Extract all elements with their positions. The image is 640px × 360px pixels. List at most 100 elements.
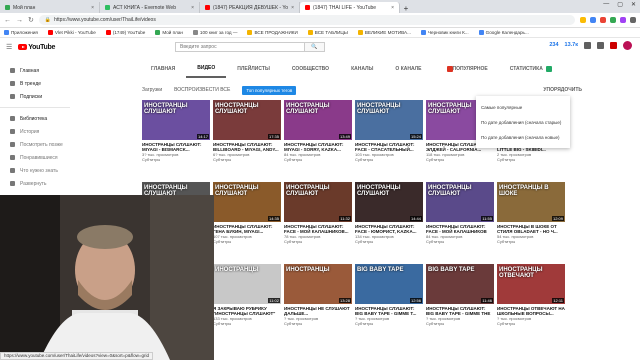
bookmark-item[interactable]: Google Календарь...: [478, 30, 529, 35]
video-card[interactable]: BIG BABY TAPE 12:56 ИНОСТРАНЦЫ СЛУШАЮТ: …: [355, 264, 423, 326]
video-title[interactable]: ИНОСТРАНЦЫ СЛУШАЮТ: FACE - МОЙ КАЛАШНИКО…: [426, 224, 494, 234]
channel-tab[interactable]: ВИДЕО: [186, 60, 227, 78]
search-icon[interactable]: 🔍: [304, 43, 324, 51]
video-title[interactable]: ИНОСТРАНЦЫ СЛУШАЮТ: ГЕНА БУКИН, MIYAGI..…: [213, 224, 281, 234]
video-card[interactable]: ИНОСТРАНЦЫ СЛУШАЮТ 14:44 ИНОСТРАНЦЫ СЛУШ…: [355, 182, 423, 244]
video-title[interactable]: ИНОСТРАНЦЫ СЛУШАЮТ: MIYAGI - SORRY, KAZK…: [284, 142, 352, 152]
extension-icon[interactable]: [600, 17, 606, 23]
bookmark-item[interactable]: Приложения: [4, 30, 38, 35]
video-card[interactable]: ИНОСТРАНЦЫ 13:28 ИНОСТРАНЦЫ НЕ СЛУШАЮТ Д…: [284, 264, 352, 326]
sidebar-item[interactable]: Понравившиеся: [0, 151, 70, 164]
sidebar-item[interactable]: История: [0, 125, 70, 138]
browser-tab[interactable]: Мой план ×: [0, 2, 100, 13]
bookmark-item[interactable]: ВСЕ ТАБЛИЦЫ: [307, 30, 348, 35]
tab-close-icon[interactable]: ×: [391, 5, 394, 11]
video-thumbnail[interactable]: BIG BABY TAPE 11:46: [426, 264, 494, 304]
video-card[interactable]: ИНОСТРАНЦЫ СЛУШАЮТ 14:17 ИНОСТРАНЦЫ СЛУШ…: [142, 100, 210, 162]
browser-tab[interactable]: АСТ КНИГА - Evernote Web ×: [100, 2, 200, 13]
notifications-icon[interactable]: [610, 42, 617, 49]
bookmark-item[interactable]: Vlet Pikki - YouTube: [47, 30, 96, 35]
channel-tab[interactable]: О КАНАЛЕ: [384, 60, 432, 78]
tab-close-icon[interactable]: ×: [291, 5, 294, 11]
new-tab-button[interactable]: +: [400, 4, 412, 13]
bookmark-item[interactable]: 100 книг за год —: [192, 30, 237, 35]
tab-close-icon[interactable]: ×: [191, 5, 194, 11]
play-all-button[interactable]: ВОСПРОИЗВЕСТИ ВСЕ: [174, 87, 230, 93]
channel-tab[interactable]: ПОПУЛЯРНОЕ: [433, 60, 499, 78]
sidebar-item[interactable]: Развернуть: [0, 177, 70, 190]
channel-tab[interactable]: ГЛАВНАЯ: [140, 60, 186, 78]
star-icon[interactable]: [580, 17, 586, 23]
video-thumbnail[interactable]: ИНОСТРАНЦЫ СЛУШАЮТ 14:17: [142, 100, 210, 140]
apps-icon[interactable]: [597, 42, 604, 49]
video-thumbnail[interactable]: ИНОСТРАНЦЫ 13:28: [284, 264, 352, 304]
sort-option[interactable]: Самые популярные: [476, 100, 570, 115]
sidebar-item[interactable]: Что нужно знать: [0, 164, 70, 177]
video-title[interactable]: ИНОСТРАНЦЫ СЛУШАЮТ: FACE - ЮМОРИСТ, KAZK…: [355, 224, 423, 234]
video-thumbnail[interactable]: ИНОСТРАНЦЫ СЛУШАЮТ 13:49: [284, 100, 352, 140]
sidebar-item[interactable]: Подписки: [0, 90, 70, 103]
video-thumbnail[interactable]: ИНОСТРАНЦЫ СЛУШАЮТ 11:55: [426, 182, 494, 222]
sidebar-item[interactable]: Главная: [0, 64, 70, 77]
maximize-icon[interactable]: ▢: [617, 1, 623, 8]
video-thumbnail[interactable]: ИНОСТРАНЦЫ 11:02: [213, 264, 281, 304]
video-thumbnail[interactable]: ИНОСТРАНЦЫ СЛУШАЮТ 14:35: [213, 182, 281, 222]
video-card[interactable]: BIG BABY TAPE 11:46 ИНОСТРАНЦЫ СЛУШАЮТ: …: [426, 264, 494, 326]
video-thumbnail[interactable]: ИНОСТРАНЦЫ СЛУШАЮТ 11:32: [284, 182, 352, 222]
video-thumbnail[interactable]: ИНОСТРАНЦЫ СЛУШАЮТ 14:44: [355, 182, 423, 222]
video-title[interactable]: ИНОСТРАНЦЫ СЛУШАЮТ: BIG BABY TAPE - GIMM…: [355, 306, 423, 316]
video-title[interactable]: Я ЗАКРЫВАЮ РУБРИКУ "ИНОСТРАНЦЫ СЛУШАЮТ": [213, 306, 281, 316]
video-card[interactable]: ИНОСТРАНЦЫ СЛУШАЮТ 11:55 ИНОСТРАНЦЫ СЛУШ…: [426, 182, 494, 244]
reload-icon[interactable]: ↻: [28, 16, 34, 24]
channel-tab[interactable]: СТАТИСТИКА: [499, 60, 563, 78]
hamburger-icon[interactable]: ☰: [6, 43, 12, 51]
video-title[interactable]: ИНОСТРАНЦЫ В ШОКЕ ОТ СТИЛЯ OBLADAET - НО…: [497, 224, 565, 234]
video-card[interactable]: ИНОСТРАНЦЫ 11:02 Я ЗАКРЫВАЮ РУБРИКУ "ИНО…: [213, 264, 281, 326]
channel-tab[interactable]: КАНАЛЫ: [340, 60, 384, 78]
video-card[interactable]: ИНОСТРАНЦЫ В ШОКЕ 12:09 ИНОСТРАНЦЫ В ШОК…: [497, 182, 565, 244]
uploads-dropdown[interactable]: Загрузки: [142, 87, 162, 93]
forward-icon[interactable]: →: [16, 17, 23, 24]
extension-icon[interactable]: [590, 17, 596, 23]
sort-option[interactable]: По дате добавления (сначала старые): [476, 115, 570, 130]
browser-tab[interactable]: (1847) РЕАКЦИЯ ДЕВУШЕК - Yo ×: [200, 2, 300, 13]
bookmark-item[interactable]: ВСЕ ПРОДАЖНИКИ: [247, 30, 298, 35]
video-card[interactable]: ИНОСТРАНЦЫ ОТВЕЧАЮТ 12:11 ИНОСТРАНЦЫ ОТВ…: [497, 264, 565, 326]
video-title[interactable]: ИНОСТРАНЦЫ СЛУШАЮТ: MIYAGI - BISMARCK...: [142, 142, 210, 152]
video-card[interactable]: ИНОСТРАНЦЫ СЛУШАЮТ 11:32 ИНОСТРАНЦЫ СЛУШ…: [284, 182, 352, 244]
video-title[interactable]: ИНОСТРАНЦЫ НЕ СЛУШАЮТ ДАЛЬШЕ...: [284, 306, 352, 316]
popular-tags-button[interactable]: Топ популярных тегов: [242, 85, 297, 95]
back-icon[interactable]: ←: [4, 17, 11, 24]
menu-icon[interactable]: [630, 17, 636, 23]
video-title[interactable]: ИНОСТРАНЦЫ СЛУШАЮТ: FACE - СПАСАТЕЛЬНЫЙ.…: [355, 142, 423, 152]
video-thumbnail[interactable]: ИНОСТРАНЦЫ В ШОКЕ 12:09: [497, 182, 565, 222]
video-card[interactable]: ИНОСТРАНЦЫ СЛУШАЮТ 14:35 ИНОСТРАНЦЫ СЛУШ…: [213, 182, 281, 244]
extension-icon[interactable]: [610, 17, 616, 23]
video-card[interactable]: ИНОСТРАНЦЫ СЛУШАЮТ 17:35 ИНОСТРАНЦЫ СЛУШ…: [213, 100, 281, 162]
avatar[interactable]: [623, 41, 632, 50]
profile-icon[interactable]: [620, 17, 626, 23]
video-card[interactable]: ИНОСТРАНЦЫ СЛУШАЮТ 13:49 ИНОСТРАНЦЫ СЛУШ…: [284, 100, 352, 162]
browser-tab[interactable]: (1847) THAI LIFE - YouTube ×: [300, 2, 400, 13]
video-title[interactable]: ИНОСТРАНЦЫ ОТВЕЧАЮТ НА ШКОЛЬНЫЕ ВОПРОСЫ.…: [497, 306, 565, 316]
minimize-icon[interactable]: —: [603, 1, 609, 8]
video-thumbnail[interactable]: ИНОСТРАНЦЫ СЛУШАЮТ 15:24: [355, 100, 423, 140]
bookmark-item[interactable]: (1749) YouTube: [105, 30, 145, 35]
video-thumbnail[interactable]: ИНОСТРАНЦЫ ОТВЕЧАЮТ 12:11: [497, 264, 565, 304]
video-title[interactable]: ИНОСТРАНЦЫ СЛУШАЮТ: BILLIBOARD - MIYAGI,…: [213, 142, 281, 152]
bookmark-item[interactable]: Мой план: [155, 30, 183, 35]
channel-tab[interactable]: СООБЩЕСТВО: [281, 60, 340, 78]
video-title[interactable]: ИНОСТРАНЦЫ СЛУШАЮТ: FACE - МОЙ КАЛАШНИКО…: [284, 224, 352, 234]
search-input[interactable]: [176, 44, 304, 50]
upload-icon[interactable]: [584, 42, 591, 49]
video-title[interactable]: ИНОСТРАНЦЫ СЛУШАЮТ: BIG BABY TAPE - GIMM…: [426, 306, 494, 316]
sort-option[interactable]: По дате добавления (сначала новые): [476, 130, 570, 145]
close-window-icon[interactable]: ✕: [631, 1, 636, 8]
tab-close-icon[interactable]: ×: [91, 5, 94, 11]
video-thumbnail[interactable]: BIG BABY TAPE 12:56: [355, 264, 423, 304]
video-thumbnail[interactable]: ИНОСТРАНЦЫ СЛУШАЮТ 17:35: [213, 100, 281, 140]
sidebar-item[interactable]: В тренде: [0, 77, 70, 90]
bookmark-item[interactable]: ВЕЛИКИЕ МОТИВА...: [357, 30, 411, 35]
sort-button[interactable]: УПОРЯДОЧИТЬ: [543, 87, 582, 93]
channel-tab[interactable]: ПЛЕЙЛИСТЫ: [226, 60, 281, 78]
